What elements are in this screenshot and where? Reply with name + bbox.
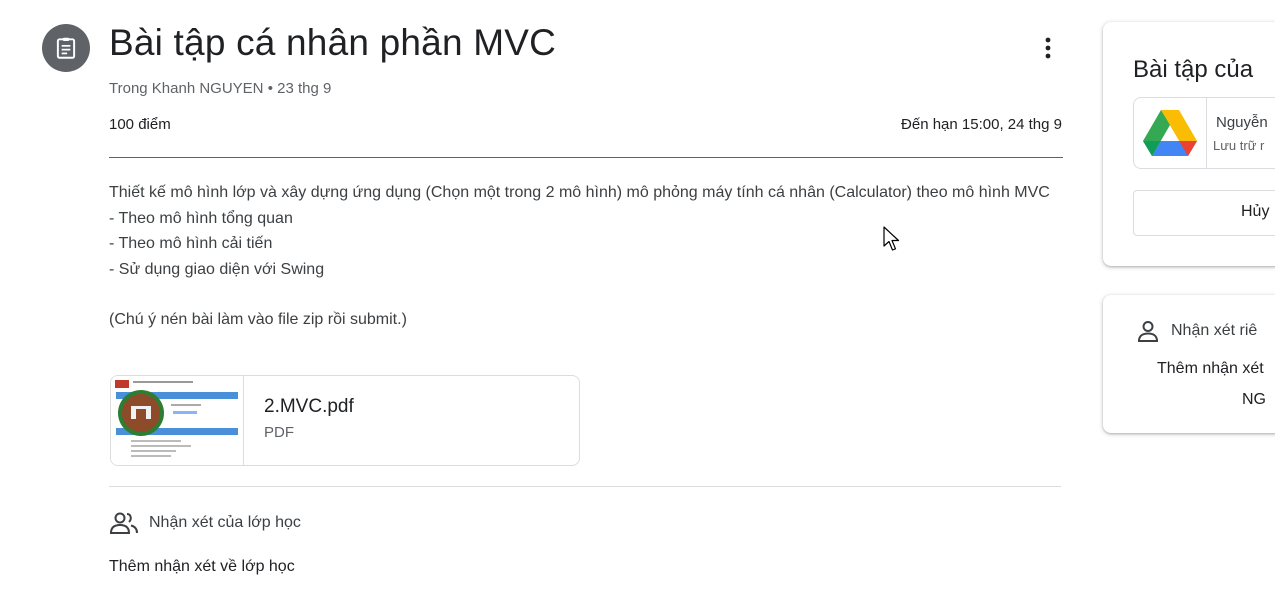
private-comments-card: Nhận xét riê Thêm nhận xét NG xyxy=(1103,295,1275,433)
author-name: Trong Khanh NGUYEN xyxy=(109,80,264,97)
attachment-type: PDF xyxy=(264,424,294,441)
google-drive-icon xyxy=(1134,98,1207,168)
submitted-file-owner: Nguyễn xyxy=(1216,114,1268,131)
due-date-label: Đến hạn 15:00, 24 thg 9 xyxy=(901,116,1062,133)
clipboard-glyph xyxy=(56,37,76,59)
assignment-icon xyxy=(42,24,90,72)
attachment-thumbnail xyxy=(111,376,244,465)
your-work-card: Bài tập của Nguyễn Lưu trữ r Hủy xyxy=(1103,22,1275,266)
attachment-card[interactable]: 2.MVC.pdf PDF xyxy=(110,375,580,466)
person-icon xyxy=(1137,321,1159,342)
submitted-file-source: Lưu trữ r xyxy=(1213,138,1265,153)
description-line: - Sử dụng giao diện với Swing xyxy=(109,260,325,278)
description-note: (Chú ý nén bài làm vào file zip rồi subm… xyxy=(109,311,407,328)
description-line: Thiết kế mô hình lớp và xây dựng ứng dụn… xyxy=(109,184,1050,201)
page-title: Bài tập cá nhân phần MVC xyxy=(109,22,557,63)
mouse-cursor-icon xyxy=(883,226,901,257)
class-comments-header: Nhận xét của lớp học xyxy=(109,511,301,535)
cursor-arrow-glyph xyxy=(883,226,900,251)
description-line: - Theo mô hình tổng quan xyxy=(109,209,293,227)
private-comment-recipient: NG xyxy=(1242,391,1266,408)
assignment-description: Thiết kế mô hình lớp và xây dựng ứng dụn… xyxy=(109,180,1059,333)
submitted-file-item[interactable]: Nguyễn Lưu trữ r xyxy=(1133,97,1275,169)
unsubmit-button[interactable]: Hủy xyxy=(1133,190,1275,236)
drive-triangle-glyph xyxy=(1143,110,1197,156)
description-line: - Theo mô hình cải tiến xyxy=(109,235,273,252)
your-work-title: Bài tập của xyxy=(1133,56,1254,83)
people-icon xyxy=(109,512,138,534)
header-divider xyxy=(109,157,1063,158)
more-options-button[interactable] xyxy=(1030,30,1066,66)
attachment-info: 2.MVC.pdf PDF xyxy=(244,376,354,465)
unsubmit-label: Hủy xyxy=(1241,203,1270,220)
comments-divider xyxy=(109,486,1061,487)
assignment-meta: Trong Khanh NGUYEN • 23 thg 9 xyxy=(109,80,331,97)
pdf-preview-image xyxy=(111,376,243,465)
points-label: 100 điểm xyxy=(109,116,171,133)
private-comments-label: Nhận xét riê xyxy=(1171,322,1258,339)
more-vert-icon xyxy=(1045,37,1051,59)
attachment-name[interactable]: 2.MVC.pdf xyxy=(264,396,354,418)
posted-date: 23 thg 9 xyxy=(277,80,332,97)
private-comments-header: Nhận xét riê xyxy=(1137,320,1257,342)
class-comments-label: Nhận xét của lớp học xyxy=(149,514,301,531)
add-private-comment-button[interactable]: Thêm nhận xét xyxy=(1157,360,1264,378)
add-class-comment-button[interactable]: Thêm nhận xét về lớp học xyxy=(109,558,295,576)
meta-separator: • xyxy=(267,80,273,97)
